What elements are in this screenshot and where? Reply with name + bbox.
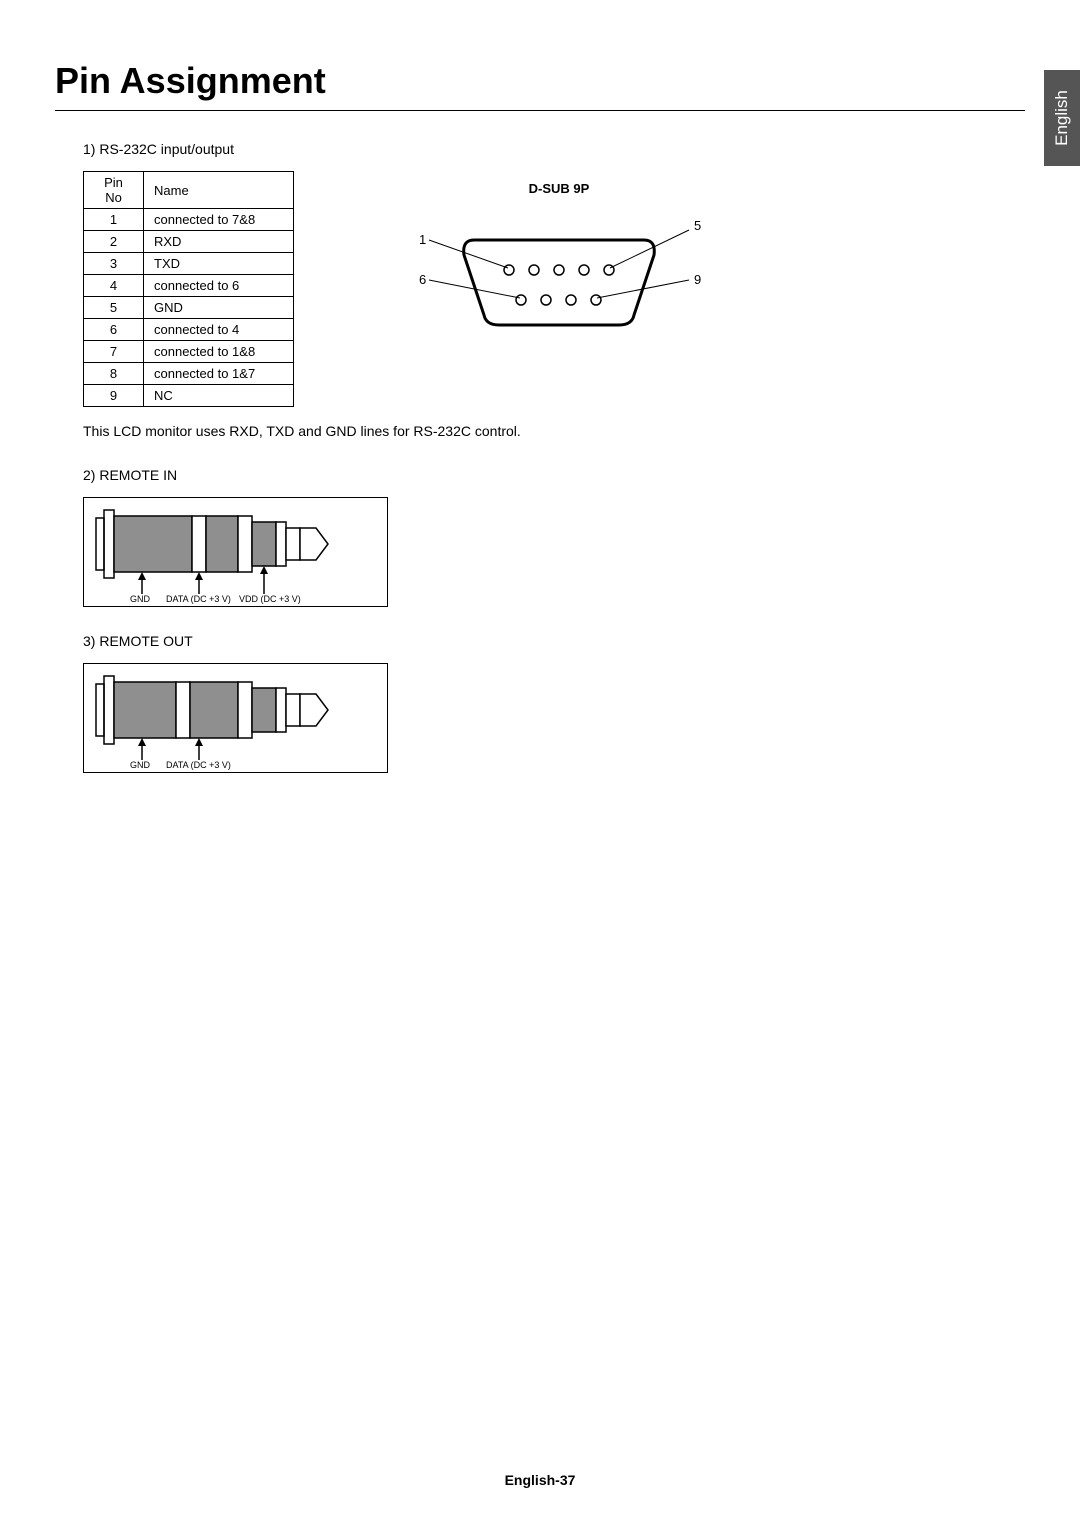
page: Pin Assignment 1) RS-232C input/output P…	[0, 0, 1080, 773]
table-row: Pin No Name	[84, 172, 294, 209]
remote-out-svg	[84, 664, 387, 772]
dsub-diagram: D-SUB 9P	[404, 181, 714, 355]
table-row: 2RXD	[84, 231, 294, 253]
pin-5-label: 5	[694, 218, 701, 233]
remote-in-vdd: VDD (DC +3 V)	[239, 594, 301, 604]
table-row: 3TXD	[84, 253, 294, 275]
remote-in-data: DATA (DC +3 V)	[166, 594, 231, 604]
page-footer: English-37	[0, 1472, 1080, 1488]
pin-9-label: 9	[694, 272, 701, 287]
th-pinno: Pin No	[84, 172, 144, 209]
language-tab-label: English	[1052, 90, 1072, 146]
pin-1-label: 1	[419, 232, 426, 247]
title-rule	[55, 110, 1025, 111]
language-tab: English	[1044, 70, 1080, 166]
table-row: 7connected to 1&8	[84, 341, 294, 363]
remote-in-diagram: GND DATA (DC +3 V) VDD (DC +3 V)	[83, 497, 388, 607]
section1-label: 1) RS-232C input/output	[83, 141, 1025, 157]
remote-out-diagram: GND DATA (DC +3 V)	[83, 663, 388, 773]
pin-table: Pin No Name 1connected to 7&8 2RXD 3TXD …	[83, 171, 294, 407]
table-row: 4connected to 6	[84, 275, 294, 297]
remote-out-data: DATA (DC +3 V)	[166, 760, 231, 770]
row1: Pin No Name 1connected to 7&8 2RXD 3TXD …	[83, 171, 1025, 407]
remote-in-svg	[84, 498, 387, 606]
page-title: Pin Assignment	[55, 60, 1025, 102]
pin-6-label: 6	[419, 272, 426, 287]
remote-in-gnd: GND	[130, 594, 150, 604]
section3-label: 3) REMOTE OUT	[83, 633, 1025, 649]
section2-label: 2) REMOTE IN	[83, 467, 1025, 483]
dsub-title: D-SUB 9P	[404, 181, 714, 196]
th-name: Name	[144, 172, 294, 209]
rs232-note: This LCD monitor uses RXD, TXD and GND l…	[83, 423, 1025, 439]
remote-out-gnd: GND	[130, 760, 150, 770]
content: 1) RS-232C input/output Pin No Name 1con…	[55, 141, 1025, 773]
table-row: 8connected to 1&7	[84, 363, 294, 385]
table-row: 5GND	[84, 297, 294, 319]
table-row: 6connected to 4	[84, 319, 294, 341]
dsub-svg: 1 5 6 9	[404, 200, 714, 350]
table-row: 1connected to 7&8	[84, 209, 294, 231]
table-row: 9NC	[84, 385, 294, 407]
